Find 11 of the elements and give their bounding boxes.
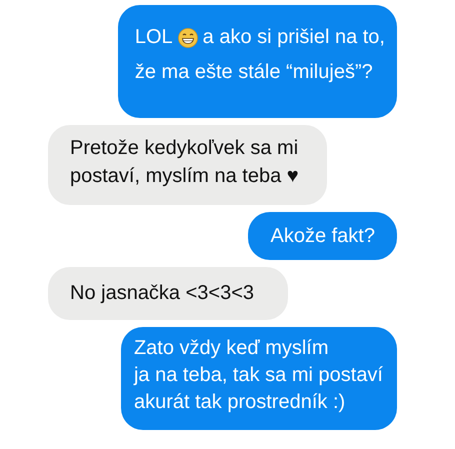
- message-text: že ma ešte stále “miluješ”?: [134, 60, 373, 85]
- message-text: Pretože kedykoľvek sa mi: [70, 136, 298, 161]
- message-text: postaví, myslím na teba ♥: [70, 164, 299, 189]
- message-text: a ako si prišiel na to,: [202, 25, 385, 50]
- message-text: ja na teba, tak sa mi postaví: [134, 363, 383, 388]
- message-text: Akože fakt?: [270, 224, 375, 249]
- message-text: akurát tak prostredník :): [134, 390, 346, 415]
- message-text: Zato vždy keď myslím: [134, 336, 329, 361]
- grinning-face-icon: [178, 28, 198, 48]
- message-text: No jasnačka <3<3<3: [70, 281, 254, 306]
- message-text: LOL: [134, 25, 173, 50]
